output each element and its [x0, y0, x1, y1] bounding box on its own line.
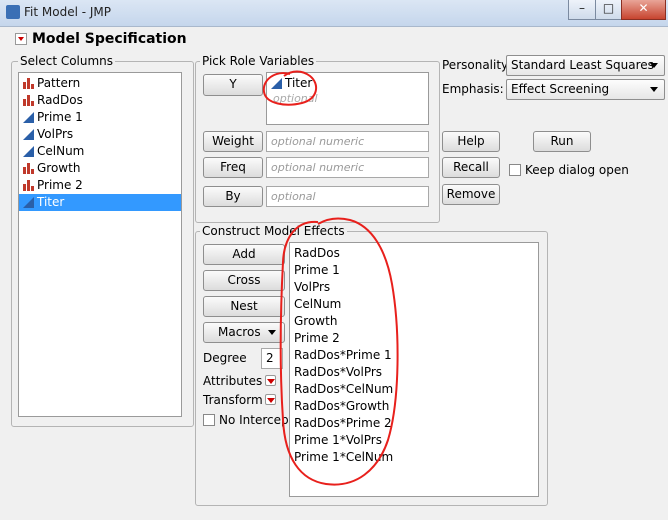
titer-annotation-circle [262, 70, 318, 106]
annotation-overlay [262, 70, 399, 486]
effects-annotation-circle [279, 217, 399, 486]
